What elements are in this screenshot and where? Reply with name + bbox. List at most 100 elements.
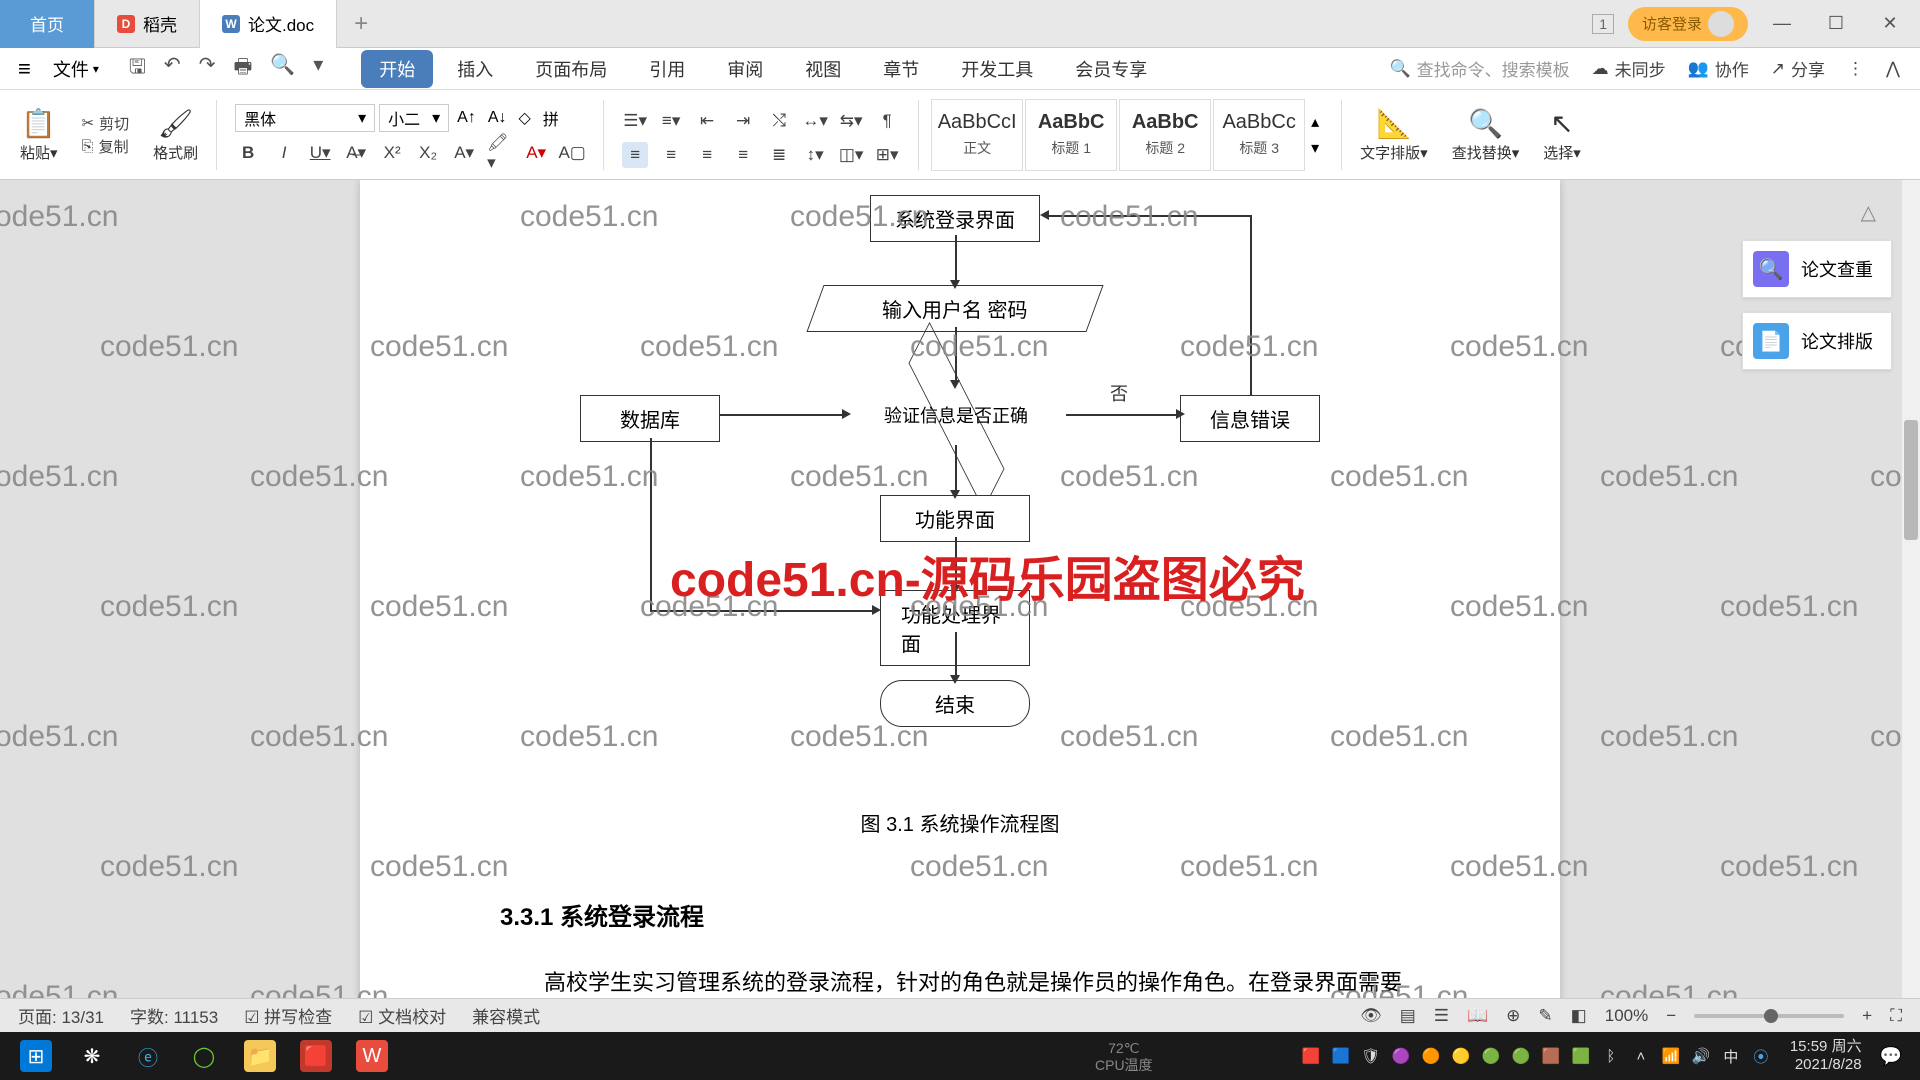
taskbar-app-1[interactable]: ❋ xyxy=(64,1032,120,1080)
taskbar-explorer[interactable]: 📁 xyxy=(232,1032,288,1080)
shading-icon[interactable]: ◫▾ xyxy=(838,142,864,168)
increase-indent-icon[interactable]: ⇥ xyxy=(730,108,756,134)
reading-view-icon[interactable]: 📖 xyxy=(1467,1006,1488,1026)
tab-review[interactable]: 审阅 xyxy=(709,50,781,88)
tab-start[interactable]: 开始 xyxy=(361,50,433,88)
ime-indicator[interactable]: 中 xyxy=(1720,1045,1742,1067)
align-distribute-icon[interactable]: ≣ xyxy=(766,142,792,168)
fullscreen-icon[interactable]: ⛶ xyxy=(1890,1006,1902,1026)
tray-icon[interactable]: 🟠 xyxy=(1420,1045,1442,1067)
new-tab-button[interactable]: + xyxy=(337,10,385,38)
volume-icon[interactable]: 🔊 xyxy=(1690,1045,1712,1067)
font-color-icon[interactable]: A▾ xyxy=(523,140,549,166)
superscript-icon[interactable]: X² xyxy=(379,140,405,166)
tray-icon[interactable]: 🛡 xyxy=(1360,1045,1382,1067)
zoom-slider[interactable] xyxy=(1694,1014,1844,1018)
side-panel-layout[interactable]: 📄论文排版 xyxy=(1742,312,1892,370)
tray-icon[interactable]: 🟥 xyxy=(1300,1045,1322,1067)
decrease-font-icon[interactable]: A↓ xyxy=(484,109,511,127)
page-indicator[interactable]: 页面: 13/31 xyxy=(18,1003,104,1028)
copy-button[interactable]: ⎘ 复制 xyxy=(82,136,129,157)
style-heading3[interactable]: AaBbCc标题 3 xyxy=(1213,99,1305,171)
web-view-icon[interactable]: ⊕ xyxy=(1506,1006,1520,1026)
tray-icon[interactable]: 🟢 xyxy=(1510,1045,1532,1067)
line-spacing-icon[interactable]: ↕▾ xyxy=(802,142,828,168)
page-view-icon[interactable]: ▤ xyxy=(1400,1006,1416,1026)
borders-icon[interactable]: ⊞▾ xyxy=(874,142,900,168)
subscript-icon[interactable]: X₂ xyxy=(415,140,441,166)
taskbar-wps[interactable]: W xyxy=(344,1032,400,1080)
tray-icon[interactable]: 🟢 xyxy=(1480,1045,1502,1067)
word-count[interactable]: 字数: 11153 xyxy=(130,1003,218,1028)
tray-icon[interactable]: 🟫 xyxy=(1540,1045,1562,1067)
align-justify-icon[interactable]: ≡ xyxy=(730,142,756,168)
align-right-icon[interactable]: ≡ xyxy=(694,142,720,168)
tray-icon[interactable]: 🟩 xyxy=(1570,1045,1592,1067)
show-marks-icon[interactable]: ¶ xyxy=(874,108,900,134)
zoom-out-icon[interactable]: − xyxy=(1666,1006,1676,1026)
decrease-indent-icon[interactable]: ⇤ xyxy=(694,108,720,134)
vertical-scrollbar[interactable] xyxy=(1902,180,1920,1044)
command-search[interactable]: 🔍 查找命令、搜索模板 xyxy=(1389,56,1569,81)
file-menu[interactable]: 文件 ▾ xyxy=(43,56,109,82)
collab-button[interactable]: 👥 协作 xyxy=(1688,56,1749,81)
tab-member[interactable]: 会员专享 xyxy=(1057,50,1165,88)
bluetooth-icon[interactable]: ᛒ xyxy=(1600,1045,1622,1067)
char-scale-icon[interactable]: ↔▾ xyxy=(802,108,828,134)
bullet-list-icon[interactable]: ☰▾ xyxy=(622,108,648,134)
scrollbar-thumb[interactable] xyxy=(1904,420,1918,540)
format-painter-button[interactable]: 🖌格式刷 xyxy=(153,107,198,163)
italic-icon[interactable]: I xyxy=(271,140,297,166)
window-count-badge[interactable]: 1 xyxy=(1592,14,1614,34)
styles-up-icon[interactable]: ▴ xyxy=(1311,112,1329,132)
font-name-select[interactable]: 黑体▾ xyxy=(235,104,375,132)
tray-icon[interactable]: 🟣 xyxy=(1390,1045,1412,1067)
number-list-icon[interactable]: ≡▾ xyxy=(658,108,684,134)
qat-more-icon[interactable]: ▾ xyxy=(313,52,323,86)
share-button[interactable]: ↗ 分享 xyxy=(1771,56,1825,81)
start-button[interactable]: ⊞ xyxy=(8,1032,64,1080)
text-layout-button[interactable]: 📐文字排版▾ xyxy=(1360,107,1428,163)
clock[interactable]: 15:59 周六 2021/8/28 xyxy=(1782,1038,1870,1074)
sort-icon[interactable]: ⤭ xyxy=(766,108,792,134)
undo-icon[interactable]: ↶ xyxy=(164,52,181,86)
bold-icon[interactable]: B xyxy=(235,140,261,166)
tab-home[interactable]: 首页 xyxy=(0,0,95,48)
tab-references[interactable]: 引用 xyxy=(631,50,703,88)
zoom-level[interactable]: 100% xyxy=(1605,1006,1648,1026)
style-heading1[interactable]: AaBbC标题 1 xyxy=(1025,99,1117,171)
tray-up-icon[interactable]: ˄ xyxy=(1630,1045,1652,1067)
font-size-select[interactable]: 小二▾ xyxy=(379,104,449,132)
tab-document[interactable]: W 论文.doc xyxy=(200,0,337,48)
wifi-icon[interactable]: 📶 xyxy=(1660,1045,1682,1067)
unsync-button[interactable]: ☁ 未同步 xyxy=(1592,56,1666,81)
underline-icon[interactable]: U▾ xyxy=(307,140,333,166)
pinyin-icon[interactable]: 拼 xyxy=(539,106,563,130)
styles-down-icon[interactable]: ▾ xyxy=(1311,138,1329,158)
spell-check[interactable]: ☑ 拼写检查 xyxy=(244,1003,332,1028)
clear-format-icon[interactable]: ◇ xyxy=(515,108,535,128)
tab-insert[interactable]: 插入 xyxy=(439,50,511,88)
zoom-in-icon[interactable]: + xyxy=(1862,1006,1872,1026)
taskbar-browser[interactable]: ◯ xyxy=(176,1032,232,1080)
paste-button[interactable]: 📋粘贴▾ xyxy=(20,107,58,163)
notifications-icon[interactable]: 💬 xyxy=(1880,1046,1902,1067)
text-effect-icon[interactable]: A▾ xyxy=(451,140,477,166)
hamburger-icon[interactable]: ≡ xyxy=(10,56,39,82)
tab-chapter[interactable]: 章节 xyxy=(865,50,937,88)
find-replace-button[interactable]: 🔍查找替换▾ xyxy=(1452,107,1520,163)
panel-collapse-icon[interactable]: △ xyxy=(1861,200,1876,225)
side-panel-check[interactable]: 🔍论文查重 xyxy=(1742,240,1892,298)
minimize-button[interactable]: — xyxy=(1762,8,1802,40)
align-center-icon[interactable]: ≡ xyxy=(658,142,684,168)
tray-icon[interactable]: 🟦 xyxy=(1330,1045,1352,1067)
tab-page-layout[interactable]: 页面布局 xyxy=(517,50,625,88)
taskbar-ie[interactable]: ⓔ xyxy=(120,1032,176,1080)
tab-view[interactable]: 视图 xyxy=(787,50,859,88)
close-button[interactable]: ✕ xyxy=(1870,8,1910,40)
maximize-button[interactable]: ☐ xyxy=(1816,8,1856,40)
collapse-ribbon-icon[interactable]: ⋀ xyxy=(1886,59,1900,79)
settings-icon[interactable]: ◧ xyxy=(1571,1006,1587,1026)
increase-font-icon[interactable]: A↑ xyxy=(453,109,480,127)
outline-view-icon[interactable]: ☰ xyxy=(1434,1006,1449,1026)
